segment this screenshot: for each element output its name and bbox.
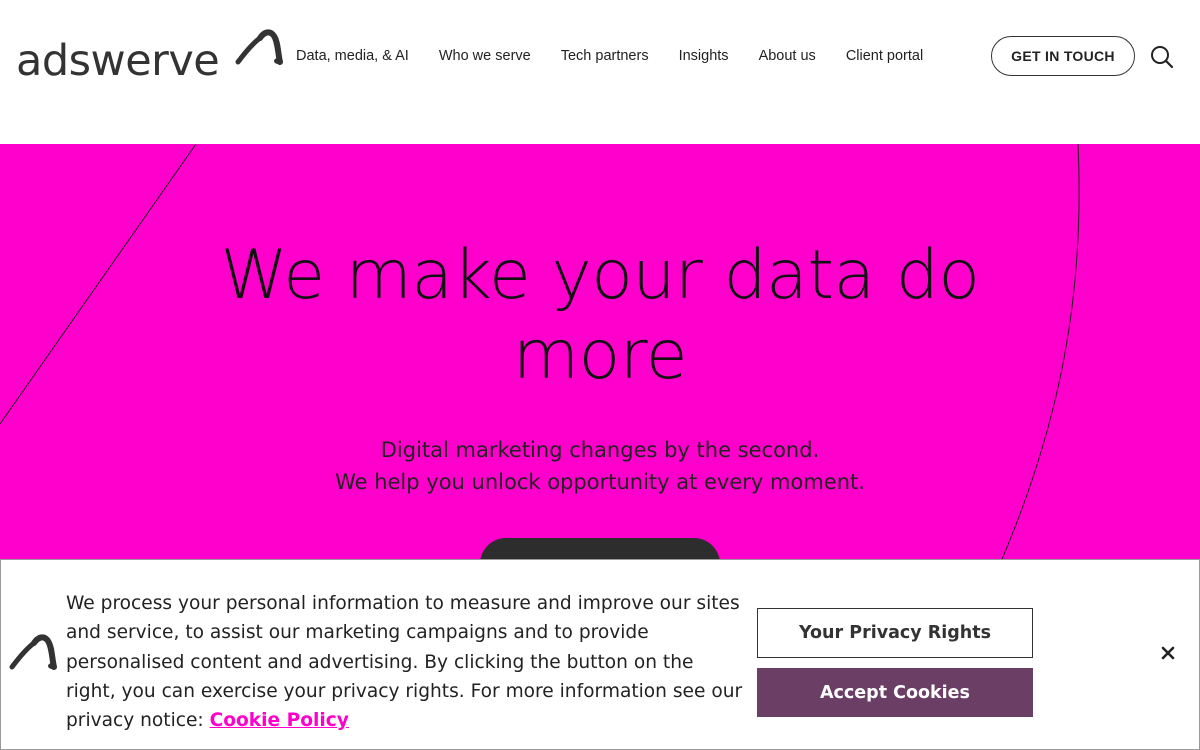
cookie-notice-body: We process your personal information to …: [66, 593, 743, 732]
cookie-logo-icon: [9, 634, 57, 670]
nav-item-who-we-serve[interactable]: Who we serve: [424, 48, 546, 64]
nav-item-data-media-ai[interactable]: Data, media, & AI: [281, 48, 424, 64]
search-icon: [1151, 46, 1174, 69]
search-button[interactable]: [1148, 43, 1176, 71]
hero-subtitle: Digital marketing changes by the second.…: [250, 434, 950, 498]
hero-subtitle-line-2: We help you unlock opportunity at every …: [335, 470, 865, 494]
accept-cookies-button[interactable]: Accept Cookies: [757, 668, 1033, 717]
nav-item-tech-partners[interactable]: Tech partners: [546, 48, 664, 64]
main-nav: Data, media, & AI Who we serve Tech part…: [281, 36, 938, 76]
cookie-banner: We process your personal information to …: [0, 559, 1200, 750]
cookie-policy-link[interactable]: Cookie Policy: [210, 710, 349, 731]
nav-item-insights[interactable]: Insights: [664, 48, 744, 64]
hero-title: We make your data do more: [220, 236, 980, 395]
privacy-rights-button[interactable]: Your Privacy Rights: [757, 608, 1033, 658]
close-icon: [1161, 646, 1175, 660]
cookie-notice-text: We process your personal information to …: [66, 589, 746, 735]
hero-subtitle-line-1: Digital marketing changes by the second.: [380, 438, 820, 462]
logo-mark-icon: [235, 29, 283, 65]
nav-item-client-portal[interactable]: Client portal: [831, 48, 938, 64]
get-in-touch-button[interactable]: GET IN TOUCH: [991, 36, 1135, 76]
adswerve-logo[interactable]: adswerve: [12, 24, 283, 88]
close-banner-button[interactable]: [1155, 640, 1181, 666]
logo-wordmark: adswerve: [16, 35, 220, 86]
nav-item-about-us[interactable]: About us: [744, 48, 831, 64]
site-header: adswerve Data, media, & AI Who we serve …: [0, 0, 1200, 144]
